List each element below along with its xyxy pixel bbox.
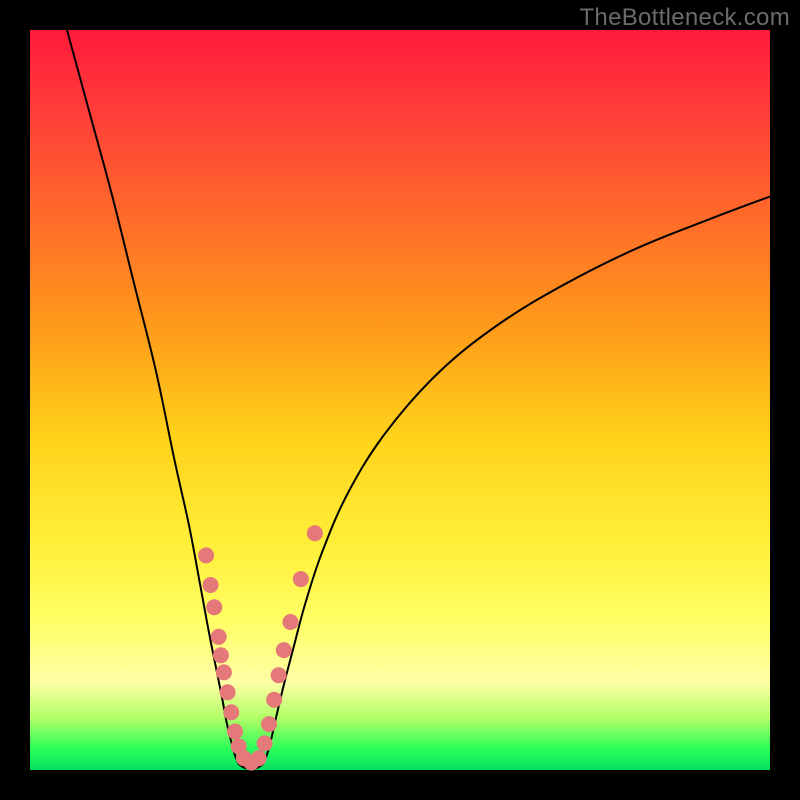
data-marker [251,750,267,766]
data-marker [266,692,282,708]
data-marker [261,716,277,732]
data-marker [206,599,222,615]
data-marker [223,704,239,720]
data-marker [203,577,219,593]
data-marker [220,684,236,700]
data-marker [271,667,287,683]
chart-frame: TheBottleneck.com [0,0,800,800]
data-marker [293,571,309,587]
data-marker [213,647,229,663]
curve-group [67,30,770,769]
watermark-text: TheBottleneck.com [579,4,790,32]
data-marker [216,664,232,680]
curve-bottleneck-curve-left [67,30,239,764]
marker-group [198,525,323,770]
data-marker [227,724,243,740]
data-marker [257,735,273,751]
data-marker [307,525,323,541]
plot-area [30,30,770,770]
bottleneck-curve-svg [30,30,770,770]
curve-bottleneck-curve-right [263,197,770,765]
data-marker [198,547,214,563]
data-marker [282,614,298,630]
data-marker [276,642,292,658]
data-marker [211,629,227,645]
